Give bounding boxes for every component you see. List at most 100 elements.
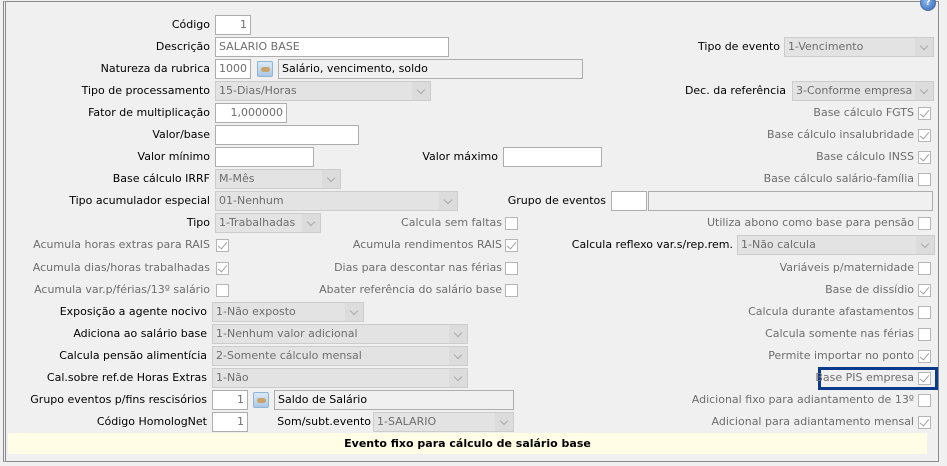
tipo-processamento-value: 15-Dias/Horas: [219, 84, 297, 97]
base-inss-label: Base cálculo INSS: [816, 150, 914, 163]
chevron-down-icon: [915, 82, 933, 100]
valor-minimo-input[interactable]: [215, 147, 314, 167]
grupo-rescisorios-input[interactable]: 1: [212, 390, 248, 410]
exposicao-value: 1-Não exposto: [216, 305, 296, 318]
tipo-evento-select[interactable]: 1-Vencimento: [784, 37, 934, 57]
abater-referencia-label: Abater referência do salário base: [319, 283, 502, 296]
tipo-evento-value: 1-Vencimento: [788, 40, 864, 53]
acumula-dias-label: Acumula dias/horas trabalhadas: [32, 261, 210, 274]
variaveis-maternidade-label: Variáveis p/maternidade: [779, 261, 914, 274]
chevron-down-icon: [439, 192, 457, 210]
homolognet-label: Código HomologNet: [96, 415, 207, 428]
adiciona-label: Adiciona ao salário base: [73, 327, 207, 340]
natureza-description: Salário, vencimento, soldo: [278, 59, 583, 79]
base-insalubridade-label: Base cálculo insalubridade: [767, 128, 914, 141]
tipo-acumulador-value: 01-Nenhum: [219, 194, 284, 207]
horas-extras-value: 1-Não: [216, 371, 249, 384]
valor-base-input[interactable]: [215, 125, 359, 145]
base-inss-checkbox[interactable]: [918, 151, 931, 164]
som-subt-select[interactable]: 1-SALARIO: [373, 412, 514, 432]
horas-extras-select[interactable]: 1-Não: [212, 368, 468, 388]
grupo-rescisorios-label: Grupo eventos p/fins rescisórios: [30, 393, 207, 406]
acumula-horas-label: Acumula horas extras para RAIS: [33, 238, 210, 251]
fator-label: Fator de multiplicação: [88, 106, 210, 119]
som-subt-label: Som/subt.evento: [277, 415, 371, 428]
grupo-eventos-label: Grupo de eventos: [507, 194, 606, 207]
calcula-sem-faltas-checkbox[interactable]: [505, 217, 518, 230]
importar-ponto-label: Permite importar no ponto: [768, 349, 914, 362]
exposicao-label: Exposição a agente nocivo: [59, 305, 207, 318]
tipo-acumulador-select[interactable]: 01-Nenhum: [215, 191, 458, 211]
chevron-down-icon: [449, 369, 467, 387]
exposicao-select[interactable]: 1-Não exposto: [212, 302, 364, 322]
adicional-mensal-label: Adicional para adiantamento mensal: [711, 415, 914, 428]
base-dissidio-checkbox[interactable]: [918, 284, 931, 297]
base-salario-familia-label: Base cálculo salário-família: [763, 172, 914, 185]
lookup-icon[interactable]: [257, 61, 273, 77]
acumula-var-label: Acumula var.p/férias/13º salário: [34, 283, 210, 296]
importar-ponto-checkbox[interactable]: [918, 350, 931, 363]
utiliza-abono-label: Utiliza abono como base para pensão: [706, 216, 914, 229]
natureza-label: Natureza da rubrica: [100, 62, 210, 75]
calcula-afastamentos-checkbox[interactable]: [918, 306, 931, 319]
acumula-rendimentos-label: Acumula rendimentos RAIS: [352, 238, 502, 251]
base-pis-checkbox[interactable]: [918, 372, 931, 385]
grupo-eventos-input[interactable]: [611, 191, 647, 211]
calcula-afastamentos-label: Calcula durante afastamentos: [748, 305, 914, 318]
descricao-input[interactable]: SALARIO BASE: [215, 37, 449, 57]
chevron-down-icon: [449, 347, 467, 365]
dec-referencia-value: 3-Conforme empresa: [796, 84, 913, 97]
calcula-reflexo-select[interactable]: 1-Não calcula: [737, 235, 935, 255]
natureza-input[interactable]: 1000: [215, 59, 251, 79]
base-insalubridade-checkbox[interactable]: [918, 129, 931, 142]
dec-referencia-select[interactable]: 3-Conforme empresa: [792, 81, 934, 101]
adicional-mensal-checkbox[interactable]: [918, 416, 931, 429]
lookup-icon[interactable]: [253, 392, 269, 408]
base-pis-label: Base PIS empresa: [815, 371, 914, 384]
pensao-select[interactable]: 2-Somente cálculo mensal: [212, 346, 468, 366]
acumula-horas-checkbox[interactable]: [216, 239, 229, 252]
base-fgts-label: Base cálculo FGTS: [813, 106, 914, 119]
valor-base-label: Valor/base: [152, 128, 210, 141]
variaveis-maternidade-checkbox[interactable]: [918, 262, 931, 275]
calcula-ferias-checkbox[interactable]: [918, 328, 931, 341]
chevron-down-icon: [916, 236, 934, 254]
base-irrf-select[interactable]: M-Mês: [215, 169, 341, 189]
adicional-13-label: Adicional fixo para adiantamento de 13º: [691, 393, 914, 406]
adiciona-select[interactable]: 1-Nenhum valor adicional: [212, 324, 468, 344]
base-dissidio-label: Base de dissídio: [825, 283, 914, 296]
fator-input[interactable]: 1,000000: [215, 103, 287, 123]
acumula-rendimentos-checkbox[interactable]: [505, 239, 518, 252]
adicional-13-checkbox[interactable]: [918, 394, 931, 407]
base-salario-familia-checkbox[interactable]: [918, 173, 931, 186]
horas-extras-label: Cal.sobre ref.de Horas Extras: [46, 371, 207, 384]
valor-maximo-label: Valor máximo: [422, 150, 498, 163]
tipo-processamento-select[interactable]: 15-Dias/Horas: [215, 81, 431, 101]
descricao-label: Descrição: [155, 40, 210, 53]
base-fgts-checkbox[interactable]: [918, 107, 931, 120]
abater-referencia-checkbox[interactable]: [505, 284, 518, 297]
dias-descontar-label: Dias para descontar nas férias: [334, 261, 502, 274]
codigo-label: Código: [171, 18, 210, 31]
dias-descontar-checkbox[interactable]: [505, 262, 518, 275]
dec-referencia-label: Dec. da referência: [684, 84, 786, 97]
valor-maximo-input[interactable]: [503, 147, 602, 167]
codigo-input[interactable]: 1: [215, 15, 251, 35]
som-subt-value: 1-SALARIO: [377, 415, 437, 428]
adiciona-value: 1-Nenhum valor adicional: [216, 327, 358, 340]
homolognet-input[interactable]: 1: [212, 412, 248, 432]
calcula-ferias-label: Calcula somente nas férias: [765, 327, 914, 340]
chevron-down-icon: [495, 413, 513, 431]
utiliza-abono-checkbox[interactable]: [918, 217, 931, 230]
grupo-rescisorios-description: Saldo de Salário: [274, 390, 514, 410]
tipo-value: 1-Trabalhadas: [219, 216, 296, 229]
calcula-reflexo-label: Calcula reflexo var.s/rep.rem.: [571, 238, 733, 251]
grupo-eventos-description: [648, 191, 933, 211]
acumula-var-checkbox[interactable]: [216, 284, 229, 297]
pensao-value: 2-Somente cálculo mensal: [216, 349, 362, 362]
chevron-down-icon: [412, 82, 430, 100]
tipo-evento-label: Tipo de evento: [698, 40, 780, 53]
acumula-dias-checkbox[interactable]: [216, 262, 229, 275]
status-bar: Evento fixo para cálculo de salário base: [8, 433, 927, 454]
valor-minimo-label: Valor mínimo: [137, 150, 210, 163]
